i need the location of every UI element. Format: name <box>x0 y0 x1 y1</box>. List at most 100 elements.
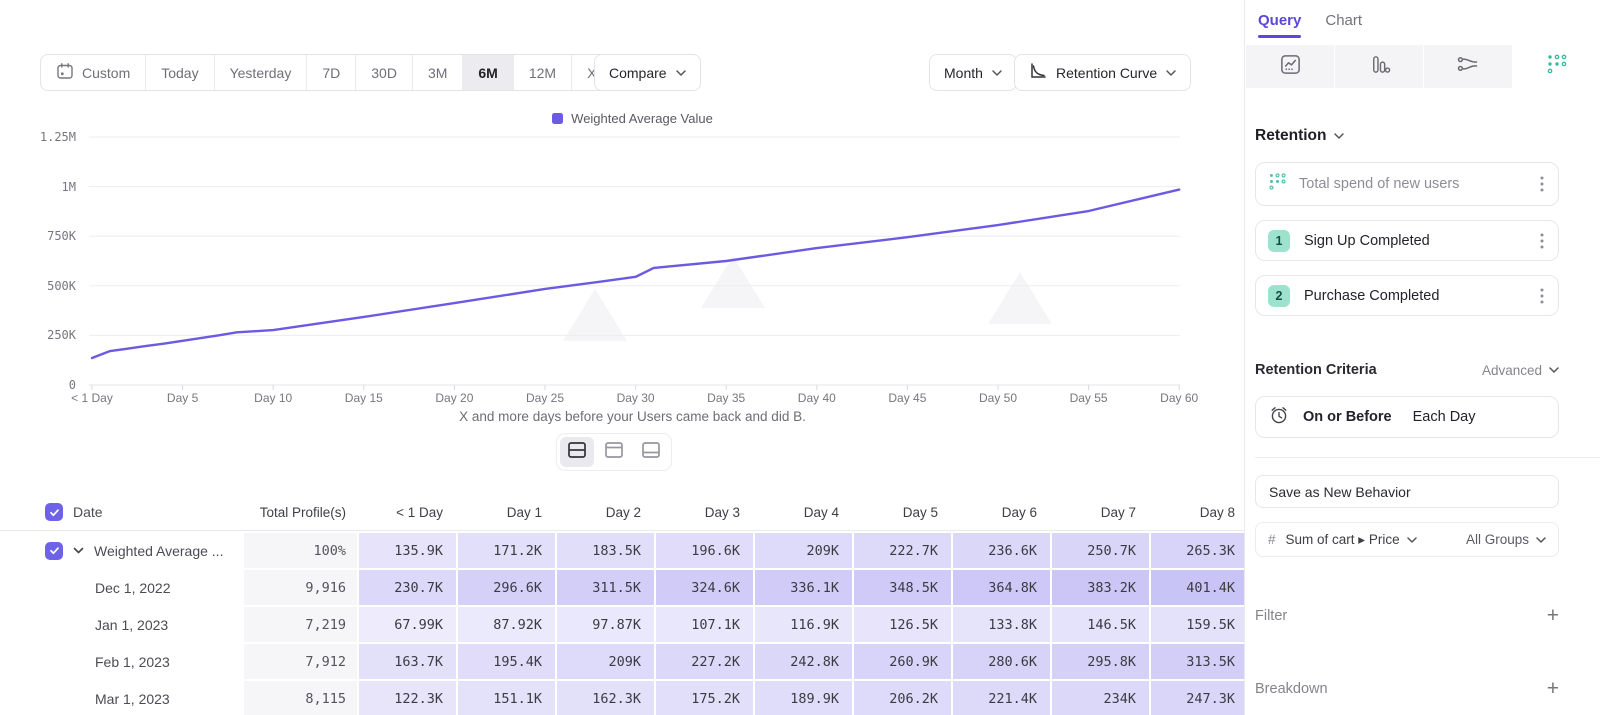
retention-value-cell[interactable]: 175.2K <box>656 681 753 715</box>
date-range-7d[interactable]: 7D <box>307 55 356 90</box>
date-range-yesterday[interactable]: Yesterday <box>215 55 308 90</box>
step-card[interactable]: 2Purchase Completed <box>1255 275 1559 316</box>
retention-value-cell[interactable]: 313.5K <box>1151 644 1248 679</box>
date-range-custom[interactable]: Custom <box>41 55 146 90</box>
retention-value-cell[interactable]: 67.99K <box>359 607 456 642</box>
chart-type-dropdown[interactable]: Retention Curve <box>1014 54 1191 91</box>
split-view-button[interactable] <box>560 437 594 467</box>
table-row[interactable]: Jan 1, 20237,21967.99K87.92K97.87K107.1K… <box>0 607 1244 642</box>
column-header[interactable]: Day 4 <box>755 494 852 530</box>
retention-section-dropdown[interactable]: Retention <box>1255 127 1559 145</box>
column-header[interactable]: Day 2 <box>557 494 654 530</box>
compare-button[interactable]: Compare <box>594 54 701 91</box>
behavior-card[interactable]: Total spend of new users <box>1255 162 1559 206</box>
add-breakdown-button[interactable]: + <box>1547 678 1559 699</box>
retention-value-cell[interactable]: 133.8K <box>953 607 1050 642</box>
expand-chevron-icon[interactable] <box>73 547 84 554</box>
retention-value-cell[interactable]: 209K <box>755 533 852 568</box>
retention-value-cell[interactable]: 222.7K <box>854 533 951 568</box>
retention-value-cell[interactable]: 348.5K <box>854 570 951 605</box>
report-type-insights-button[interactable] <box>1246 45 1335 88</box>
chart-only-view-button[interactable] <box>597 437 631 467</box>
retention-value-cell[interactable]: 97.87K <box>557 607 654 642</box>
kebab-menu-icon[interactable] <box>1538 174 1546 194</box>
retention-line-chart[interactable] <box>85 130 1185 396</box>
step-card[interactable]: 1Sign Up Completed <box>1255 220 1559 261</box>
column-header[interactable]: Day 6 <box>953 494 1050 530</box>
retention-value-cell[interactable]: 364.8K <box>953 570 1050 605</box>
retention-value-cell[interactable]: 311.5K <box>557 570 654 605</box>
kebab-menu-icon[interactable] <box>1538 286 1546 306</box>
table-row[interactable]: Mar 1, 20238,115122.3K151.1K162.3K175.2K… <box>0 681 1244 715</box>
retention-value-cell[interactable]: 265.3K <box>1151 533 1248 568</box>
column-header[interactable]: Day 8 <box>1151 494 1248 530</box>
retention-value-cell[interactable]: 163.7K <box>359 644 456 679</box>
criteria-mode-dropdown[interactable]: Advanced <box>1482 363 1559 378</box>
date-range-6m[interactable]: 6M <box>463 55 513 90</box>
report-type-flows-button[interactable] <box>1424 45 1513 88</box>
save-as-new-behavior-button[interactable]: Save as New Behavior <box>1255 475 1559 508</box>
retention-value-cell[interactable]: 183.5K <box>557 533 654 568</box>
column-header[interactable]: Day 1 <box>458 494 555 530</box>
retention-value-cell[interactable]: 116.9K <box>755 607 852 642</box>
retention-value-cell[interactable]: 162.3K <box>557 681 654 715</box>
select-all-checkbox[interactable] <box>45 503 63 521</box>
retention-value-cell[interactable]: 324.6K <box>656 570 753 605</box>
retention-value-cell[interactable]: 146.5K <box>1052 607 1149 642</box>
retention-value-cell[interactable]: 209K <box>557 644 654 679</box>
criteria-condition-dropdown[interactable]: On or Before <box>1303 409 1392 425</box>
retention-value-cell[interactable]: 247.3K <box>1151 681 1248 715</box>
retention-value-cell[interactable]: 295.8K <box>1052 644 1149 679</box>
retention-value-cell[interactable]: 234K <box>1052 681 1149 715</box>
tab-chart[interactable]: Chart <box>1325 12 1362 38</box>
criteria-period-dropdown[interactable]: Each Day <box>1413 409 1476 425</box>
add-filter-button[interactable]: + <box>1547 605 1559 626</box>
column-header[interactable]: Day 7 <box>1052 494 1149 530</box>
group-selector-dropdown[interactable]: All Groups <box>1466 532 1546 547</box>
retention-value-cell[interactable]: 151.1K <box>458 681 555 715</box>
retention-value-cell[interactable]: 122.3K <box>359 681 456 715</box>
date-range-today[interactable]: Today <box>146 55 214 90</box>
retention-value-cell[interactable]: 296.6K <box>458 570 555 605</box>
retention-value-cell[interactable]: 195.4K <box>458 644 555 679</box>
report-type-retention-button[interactable] <box>1513 45 1600 88</box>
table-only-view-button[interactable] <box>634 437 668 467</box>
granularity-dropdown[interactable]: Month <box>929 54 1017 91</box>
retention-value-cell[interactable]: 206.2K <box>854 681 951 715</box>
column-header[interactable]: Date <box>0 494 242 530</box>
retention-value-cell[interactable]: 401.4K <box>1151 570 1248 605</box>
retention-value-cell[interactable]: 107.1K <box>656 607 753 642</box>
column-header[interactable]: Day 3 <box>656 494 753 530</box>
retention-value-cell[interactable]: 336.1K <box>755 570 852 605</box>
retention-value-cell[interactable]: 189.9K <box>755 681 852 715</box>
retention-value-cell[interactable]: 87.92K <box>458 607 555 642</box>
column-header[interactable]: Total Profile(s) <box>244 494 357 530</box>
report-type-funnels-button[interactable] <box>1335 45 1424 88</box>
table-row[interactable]: Feb 1, 20237,912163.7K195.4K209K227.2K24… <box>0 644 1244 679</box>
measure-property-dropdown[interactable]: Sum of cart ▸ Price <box>1286 532 1417 548</box>
date-range-30d[interactable]: 30D <box>356 55 413 90</box>
table-row[interactable]: Weighted Average ...100%135.9K171.2K183.… <box>0 533 1244 568</box>
retention-value-cell[interactable]: 242.8K <box>755 644 852 679</box>
row-checkbox[interactable] <box>45 542 63 560</box>
retention-value-cell[interactable]: 250.7K <box>1052 533 1149 568</box>
kebab-menu-icon[interactable] <box>1538 231 1546 251</box>
retention-value-cell[interactable]: 159.5K <box>1151 607 1248 642</box>
table-row[interactable]: Dec 1, 20229,916230.7K296.6K311.5K324.6K… <box>0 570 1244 605</box>
date-range-3m[interactable]: 3M <box>413 55 463 90</box>
retention-value-cell[interactable]: 135.9K <box>359 533 456 568</box>
column-header[interactable]: < 1 Day <box>359 494 456 530</box>
date-range-12m[interactable]: 12M <box>514 55 572 90</box>
retention-value-cell[interactable]: 236.6K <box>953 533 1050 568</box>
retention-value-cell[interactable]: 196.6K <box>656 533 753 568</box>
retention-value-cell[interactable]: 280.6K <box>953 644 1050 679</box>
retention-value-cell[interactable]: 221.4K <box>953 681 1050 715</box>
tab-query[interactable]: Query <box>1258 12 1301 38</box>
retention-value-cell[interactable]: 230.7K <box>359 570 456 605</box>
column-header[interactable]: Day 5 <box>854 494 951 530</box>
retention-value-cell[interactable]: 126.5K <box>854 607 951 642</box>
retention-value-cell[interactable]: 383.2K <box>1052 570 1149 605</box>
retention-value-cell[interactable]: 171.2K <box>458 533 555 568</box>
retention-value-cell[interactable]: 227.2K <box>656 644 753 679</box>
retention-value-cell[interactable]: 260.9K <box>854 644 951 679</box>
